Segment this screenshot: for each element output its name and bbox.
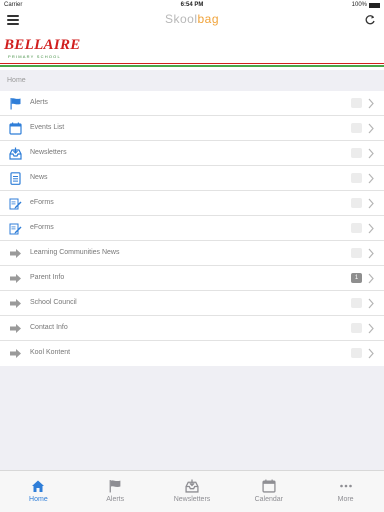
count-badge: 1 (351, 273, 362, 283)
tab-more[interactable]: More (307, 471, 384, 512)
tab-label: More (337, 496, 354, 503)
menu-item-label: Newsletters (30, 149, 67, 156)
school-logo: BELLAIRE PRIMARY SCHOOL (4, 37, 81, 60)
tab-label: Alerts (106, 496, 125, 503)
menu-item-label: School Council (30, 299, 77, 306)
tab-label: Newsletters (173, 496, 211, 503)
flag-icon (108, 479, 122, 493)
document-icon (9, 172, 22, 185)
arrow-right-icon (9, 297, 22, 310)
menu-item[interactable]: eForms (0, 216, 384, 241)
calendar-icon (9, 122, 22, 135)
app-title: Skoolbag (0, 12, 384, 26)
calendar-icon (262, 479, 276, 493)
chevron-right-icon (368, 198, 374, 209)
chevron-right-icon (368, 323, 374, 334)
nav-bar: Skoolbag (0, 10, 384, 30)
battery-percent: 100% (351, 2, 367, 8)
menu-item[interactable]: School Council (0, 291, 384, 316)
tab-alerts[interactable]: Alerts (77, 471, 154, 512)
chevron-right-icon (368, 248, 374, 259)
menu-item[interactable]: Newsletters (0, 141, 384, 166)
arrow-right-icon (9, 272, 22, 285)
form-pencil-icon (9, 197, 22, 210)
count-badge (351, 298, 362, 308)
clock: 6:54 PM (180, 2, 204, 8)
count-badge (351, 223, 362, 233)
tab-calendar[interactable]: Calendar (230, 471, 307, 512)
chevron-right-icon (368, 298, 374, 309)
inbox-icon (9, 147, 22, 160)
chevron-right-icon (368, 98, 374, 109)
menu-item-label: eForms (30, 224, 54, 231)
menu-item[interactable]: Alerts (0, 91, 384, 116)
count-badge (351, 248, 362, 258)
banner-stripe-green (0, 65, 384, 67)
arrow-right-icon (9, 247, 22, 260)
menu-item[interactable]: Learning Communities News (0, 241, 384, 266)
count-badge (351, 98, 362, 108)
logo-subtitle: PRIMARY SCHOOL (8, 54, 61, 59)
menu-item[interactable]: Contact Info (0, 316, 384, 341)
status-bar: Carrier 6:54 PM 100% (0, 0, 384, 10)
flag-icon (9, 97, 22, 110)
menu-item-label: News (30, 174, 48, 181)
chevron-right-icon (368, 273, 374, 284)
tab-label: Home (29, 496, 48, 503)
tab-label: Calendar (254, 496, 283, 503)
battery-icon (369, 2, 380, 8)
banner-stripe-red (0, 63, 384, 64)
arrow-right-icon (9, 322, 22, 335)
chevron-right-icon (368, 173, 374, 184)
count-badge (351, 198, 362, 208)
tab-newsletters[interactable]: Newsletters (154, 471, 231, 512)
menu-item-label: Parent Info (30, 274, 65, 281)
school-banner: BELLAIRE PRIMARY SCHOOL (0, 30, 384, 70)
chevron-right-icon (368, 348, 374, 359)
menu-item[interactable]: eForms (0, 191, 384, 216)
count-badge (351, 348, 362, 358)
count-badge (351, 148, 362, 158)
menu-item-label: Contact Info (30, 324, 68, 331)
chevron-right-icon (368, 223, 374, 234)
form-pencil-icon (9, 222, 22, 235)
tab-bar: Home Alerts Newsletters Calendar More (0, 470, 384, 512)
menu-item-label: eForms (30, 199, 54, 206)
chevron-right-icon (368, 148, 374, 159)
home-icon (31, 479, 45, 493)
brand-part-2: bag (197, 12, 220, 26)
count-badge (351, 173, 362, 183)
logo-title: BELLAIRE (4, 37, 81, 53)
count-badge (351, 323, 362, 333)
menu-list: Alerts Events List Newsletters News eForms eF… (0, 91, 384, 366)
menu-item[interactable]: Kool Kontent (0, 341, 384, 366)
battery-indicator: 100% (352, 2, 380, 8)
inbox-icon (185, 479, 199, 493)
menu-item-label: Learning Communities News (30, 249, 120, 256)
refresh-icon[interactable] (364, 14, 376, 26)
chevron-right-icon (368, 123, 374, 134)
menu-item-label: Kool Kontent (30, 349, 71, 356)
menu-item[interactable]: Events List (0, 116, 384, 141)
more-dots-icon (339, 479, 353, 493)
arrow-right-icon (9, 347, 22, 360)
menu-item[interactable]: News (0, 166, 384, 191)
menu-item[interactable]: Parent Info 1 (0, 266, 384, 291)
menu-item-label: Events List (30, 124, 65, 131)
breadcrumb: Home (7, 77, 26, 84)
menu-item-label: Alerts (30, 99, 48, 106)
tab-home[interactable]: Home (0, 471, 77, 512)
count-badge (351, 123, 362, 133)
brand-part-1: Skool (164, 12, 198, 26)
